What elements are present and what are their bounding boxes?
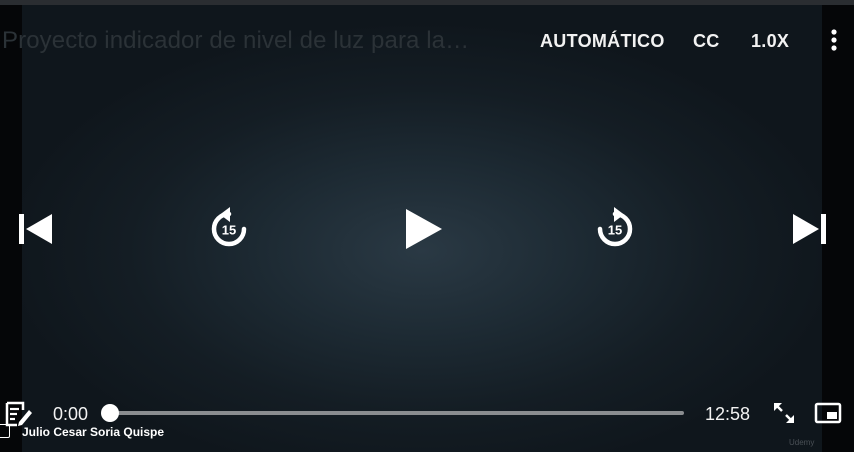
rewind-seconds: 15 <box>222 223 236 238</box>
skip-next-icon <box>793 214 826 244</box>
play-icon <box>406 209 442 249</box>
forward-15-icon: 15 <box>597 207 633 247</box>
forward-15-button[interactable]: 15 <box>593 206 637 250</box>
playback-speed-button[interactable]: 1.0X <box>751 31 789 52</box>
instructor-name: Julio Cesar Soria Quispe <box>22 425 165 439</box>
rewind-15-icon: 15 <box>211 207 247 247</box>
total-duration: 12:58 <box>705 404 751 424</box>
video-player[interactable]: Proyecto indicador de nivel de luz para … <box>0 0 854 452</box>
more-options-button[interactable] <box>826 28 842 52</box>
captions-button[interactable]: CC <box>693 31 720 52</box>
video-title: Proyecto indicador de nivel de luz para … <box>2 27 470 54</box>
picture-in-picture-button[interactable] <box>814 401 842 425</box>
watermark: Udemy <box>789 438 815 447</box>
next-lecture-button[interactable] <box>791 210 829 248</box>
expand-icon <box>774 403 794 423</box>
fullscreen-button[interactable] <box>772 401 796 425</box>
forward-seconds: 15 <box>608 223 622 238</box>
play-button[interactable] <box>400 204 446 254</box>
progress-track[interactable] <box>110 411 684 415</box>
progress-handle[interactable] <box>101 404 119 422</box>
vertical-ellipsis-icon <box>831 29 837 51</box>
side-panel-toggle-icon[interactable] <box>0 424 10 438</box>
skip-previous-icon <box>19 214 52 244</box>
quality-button[interactable]: AUTOMÁTICO <box>540 31 665 52</box>
picture-in-picture-icon <box>814 402 842 424</box>
current-time: 0:00 <box>53 404 89 424</box>
rewind-15-button[interactable]: 15 <box>207 206 251 250</box>
previous-lecture-button[interactable] <box>16 210 54 248</box>
